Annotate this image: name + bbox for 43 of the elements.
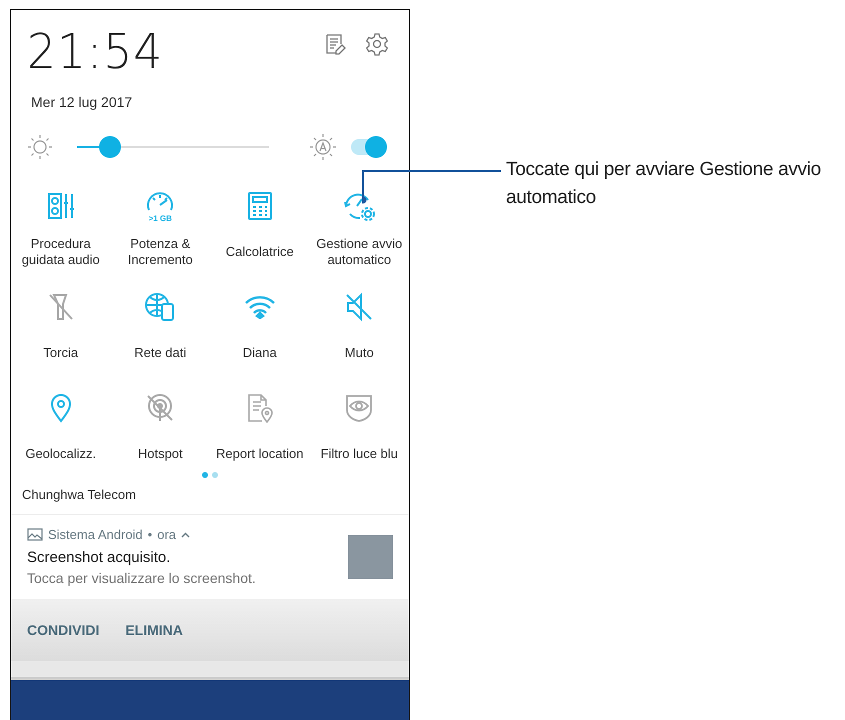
- sun-icon: [27, 134, 53, 160]
- hotspot-off-icon[interactable]: [145, 393, 176, 423]
- notification-action[interactable]: ELIMINA: [115, 614, 193, 646]
- tile-label: Torcia: [43, 344, 78, 362]
- globe-phone-icon[interactable]: [144, 292, 176, 322]
- wifi-icon[interactable]: [244, 295, 276, 319]
- calculator-icon[interactable]: [246, 191, 273, 221]
- location-pin-icon[interactable]: [48, 393, 73, 423]
- tile-label: Procedura guidata audio: [20, 235, 101, 269]
- callout-text: Toccate qui per avviare Gestione avvio automatico: [506, 158, 822, 210]
- speedometer-icon[interactable]: [145, 190, 176, 214]
- caret-icon[interactable]: [181, 532, 190, 538]
- separator-dot: •: [148, 527, 152, 542]
- tile-label: Hotspot: [138, 445, 183, 463]
- notification-action[interactable]: CONDIVIDI: [17, 614, 110, 646]
- date-text: Mer 12 lug 2017: [31, 94, 134, 110]
- tile-label: Gestione avvio automatico: [315, 235, 404, 269]
- tile-label: Geolocalizz.: [25, 445, 96, 463]
- tile-label: Rete dati: [134, 344, 186, 362]
- page-dot[interactable]: [202, 472, 208, 478]
- data-size-label: >1 GB: [148, 214, 172, 222]
- speaker-muted-icon[interactable]: [344, 292, 374, 322]
- eye-shield-icon[interactable]: [344, 393, 374, 423]
- tile-label: Potenza & Incremento: [126, 235, 194, 269]
- flashlight-off-icon[interactable]: [46, 292, 75, 322]
- speaker-mixer-icon[interactable]: [46, 191, 76, 221]
- notification-time: ora: [157, 527, 176, 542]
- tile-label: Filtro luce blu: [320, 445, 398, 463]
- tile-label: Calcolatrice: [226, 243, 294, 261]
- brightness-slider[interactable]: [77, 136, 269, 158]
- tile-label: Diana: [242, 344, 277, 362]
- tile-label: Report location: [216, 445, 304, 463]
- notification-text: Tocca per visualizzare lo screenshot.: [27, 570, 256, 586]
- carrier-name: Chunghwa Telecom: [21, 486, 137, 504]
- image-icon: [27, 528, 43, 541]
- tile-label: Muto: [344, 344, 374, 362]
- notification-title: Screenshot acquisito.: [27, 549, 172, 566]
- page-dot[interactable]: [212, 472, 218, 478]
- screenshot-thumbnail: [348, 535, 393, 579]
- clock-time: 21:54: [27, 24, 164, 80]
- app-name: Sistema Android: [48, 527, 143, 542]
- auto-brightness-icon: [309, 133, 337, 161]
- settings-icon[interactable]: [365, 32, 389, 56]
